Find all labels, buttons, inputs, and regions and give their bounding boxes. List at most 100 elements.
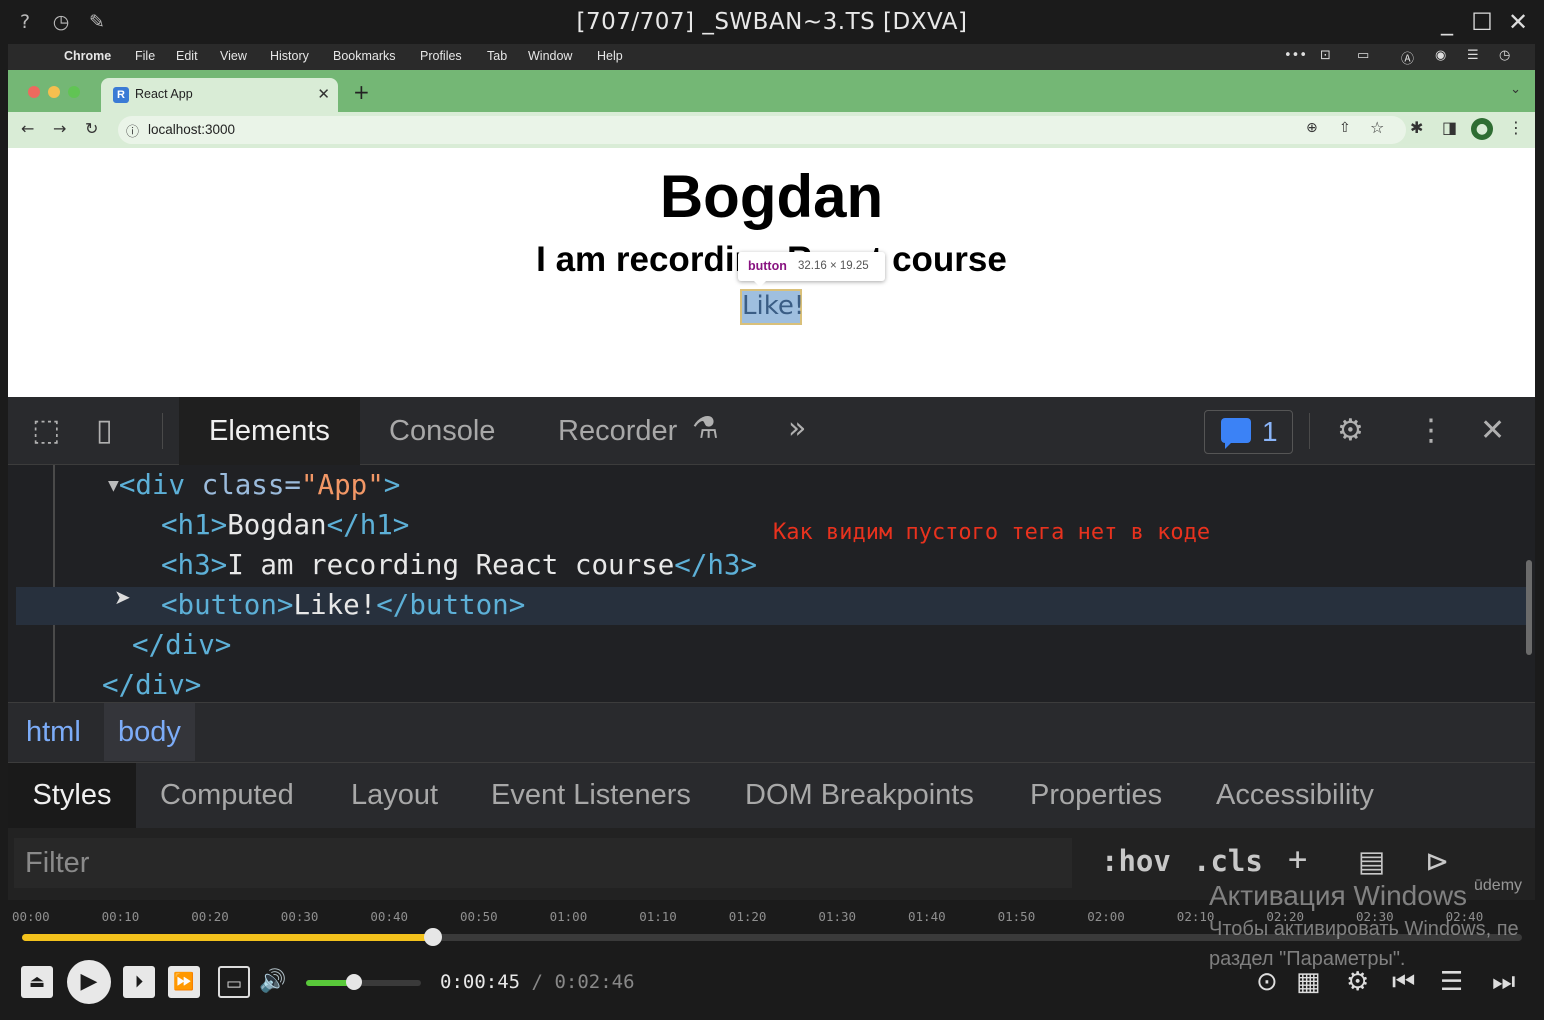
extensions-icon[interactable]: ✱ <box>1410 118 1423 137</box>
bookmark-star-icon[interactable]: ☆ <box>1370 118 1384 137</box>
page-viewport: Bogdan I am recording React course Like!… <box>8 148 1535 397</box>
inspect-tooltip: button 32.16 × 19.25 <box>738 252 885 287</box>
breadcrumb-body[interactable]: body <box>104 703 195 761</box>
zoom-window-light[interactable] <box>68 86 80 98</box>
tab-dom-breakpoints[interactable]: DOM Breakpoints <box>745 763 974 828</box>
total-time: 0:02:46 <box>554 971 635 993</box>
control-center-icon[interactable]: ☰ <box>1467 48 1479 63</box>
menu-edit[interactable]: Edit <box>176 49 198 63</box>
dom-tag: </button> <box>376 589 526 621</box>
reload-icon[interactable]: ↻ <box>85 119 98 138</box>
dom-tree: ▼<div class="App"> <h1>Bogdan</h1> <h3>I… <box>8 465 1535 702</box>
volume-slider[interactable] <box>306 974 421 990</box>
close-devtools-icon[interactable]: ✕ <box>1480 413 1505 449</box>
tab-layout[interactable]: Layout <box>351 763 438 828</box>
playlist-icon[interactable]: ☰ <box>1440 966 1463 998</box>
zoom-icon[interactable]: ⊕ <box>1306 120 1318 136</box>
back-icon[interactable]: ← <box>21 119 34 138</box>
screen-mirror-icon[interactable]: ⊡ <box>1320 48 1331 63</box>
tab-event-listeners[interactable]: Event Listeners <box>491 763 691 828</box>
forward-icon[interactable]: → <box>53 119 66 138</box>
tab-properties[interactable]: Properties <box>1030 763 1162 828</box>
minimize-window-light[interactable] <box>48 86 60 98</box>
device-toolbar-icon[interactable]: ▯ <box>96 413 113 449</box>
tab-styles[interactable]: Styles <box>8 763 136 828</box>
menu-help[interactable]: Help <box>597 49 623 63</box>
settings-gear-icon[interactable]: ⚙ <box>1337 413 1364 449</box>
dom-tag: </h1> <box>326 509 410 541</box>
minimize-icon[interactable]: _ <box>1432 8 1462 36</box>
subtitles-icon[interactable]: ▭ <box>218 966 250 998</box>
seek-tick-label: 02:00 <box>1087 909 1125 924</box>
wifi-icon[interactable]: ◉ <box>1435 48 1446 63</box>
tab-recorder[interactable]: Recorder <box>558 397 677 465</box>
clock-icon[interactable]: ◷ <box>1499 48 1510 63</box>
volume-icon[interactable]: 🔊 <box>257 966 289 998</box>
dom-line-div-close-outer[interactable]: </div> <box>102 669 201 701</box>
tab-computed[interactable]: Computed <box>160 763 294 828</box>
dom-line-div-close[interactable]: </div> <box>132 629 231 661</box>
dom-line-h1[interactable]: <h1>Bogdan</h1> <box>161 509 409 541</box>
address-bar[interactable]: ⓘ localhost:3000 <box>118 116 1406 144</box>
toolbar-divider <box>1309 413 1310 449</box>
menu-file[interactable]: File <box>135 49 155 63</box>
menu-view[interactable]: View <box>220 49 247 63</box>
kebab-menu-icon[interactable]: ⋮ <box>1416 413 1446 449</box>
maximize-icon[interactable]: ☐ <box>1467 8 1497 36</box>
menu-history[interactable]: History <box>270 49 309 63</box>
menu-chrome[interactable]: Chrome <box>64 49 111 63</box>
seek-tick-label: 00:00 <box>12 909 50 924</box>
tab-accessibility[interactable]: Accessibility <box>1216 763 1374 828</box>
menu-tab[interactable]: Tab <box>487 49 507 63</box>
hov-toggle[interactable]: :hov <box>1101 844 1171 878</box>
issues-button[interactable]: 1 <box>1204 410 1293 454</box>
chrome-menu-icon[interactable]: ⋮ <box>1508 118 1524 137</box>
input-source-icon[interactable]: Ⓐ <box>1401 48 1414 67</box>
menu-profiles[interactable]: Profiles <box>420 49 462 63</box>
player-title-bar: ? ◷ ✎ [707/707] _SWBAN~3.TS [DXVA] _ ☐ ✕ <box>0 0 1544 44</box>
next-icon[interactable]: ⏭ <box>1492 966 1515 998</box>
menu-bookmarks[interactable]: Bookmarks <box>333 49 396 63</box>
tab-elements[interactable]: Elements <box>179 397 360 465</box>
new-rule-plus-icon[interactable]: + <box>1288 840 1307 878</box>
dom-line-div-app[interactable]: ▼<div class="App"> <box>108 469 400 501</box>
cls-toggle[interactable]: .cls <box>1193 844 1263 878</box>
inspect-element-icon[interactable]: ⬚ <box>32 413 60 449</box>
seek-tick-label: 00:30 <box>280 909 319 924</box>
expand-triangle-icon[interactable]: ▼ <box>108 475 119 496</box>
side-panel-icon[interactable]: ◨ <box>1442 118 1457 137</box>
play-icon[interactable]: ▶ <box>67 960 111 1004</box>
tab-search-chevron-icon[interactable]: ⌄ <box>1510 82 1521 97</box>
close-window-light[interactable] <box>28 86 40 98</box>
eject-icon[interactable]: ⏏ <box>21 966 53 998</box>
tab-console[interactable]: Console <box>389 397 495 465</box>
filter-input[interactable]: Filter <box>14 838 1072 888</box>
menu-window[interactable]: Window <box>528 49 572 63</box>
react-favicon-icon: R <box>113 87 129 103</box>
dom-tag: </h3> <box>674 549 758 581</box>
seek-knob[interactable] <box>424 928 442 946</box>
dom-tag: <h3> <box>161 549 228 581</box>
breadcrumb-html[interactable]: html <box>12 703 95 761</box>
browser-tab[interactable]: R React App ✕ <box>101 78 338 112</box>
volume-knob[interactable] <box>346 974 363 990</box>
dom-line-h3[interactable]: <h3>I am recording React course</h3> <box>161 549 757 581</box>
profile-avatar-icon[interactable]: ● <box>1471 118 1493 140</box>
seek-tick-label: 01:00 <box>549 909 588 924</box>
like-button[interactable]: Like! <box>740 289 804 325</box>
tab-close-icon[interactable]: ✕ <box>317 85 330 103</box>
info-icon[interactable]: ⓘ <box>126 121 139 140</box>
more-tabs-chevron-icon[interactable]: » <box>788 411 806 447</box>
frame-step-icon[interactable]: ⏵ <box>123 966 155 998</box>
new-tab-icon[interactable]: + <box>353 80 370 104</box>
paint-brush-icon[interactable]: ▤ <box>1358 844 1385 878</box>
more-dots-icon[interactable]: ••• <box>1284 48 1307 63</box>
dom-scrollbar[interactable] <box>1526 560 1532 655</box>
dom-line-button[interactable]: <button>Like!</button> <box>161 589 525 621</box>
share-icon[interactable]: ⇧ <box>1339 120 1351 136</box>
close-icon[interactable]: ✕ <box>1503 8 1533 36</box>
tooltip-arrow <box>754 281 766 287</box>
fast-forward-icon[interactable]: ⏩ <box>168 966 200 998</box>
toggle-sidebar-icon[interactable]: ⊳ <box>1425 844 1449 878</box>
seek-tick-label: 00:20 <box>191 909 229 924</box>
